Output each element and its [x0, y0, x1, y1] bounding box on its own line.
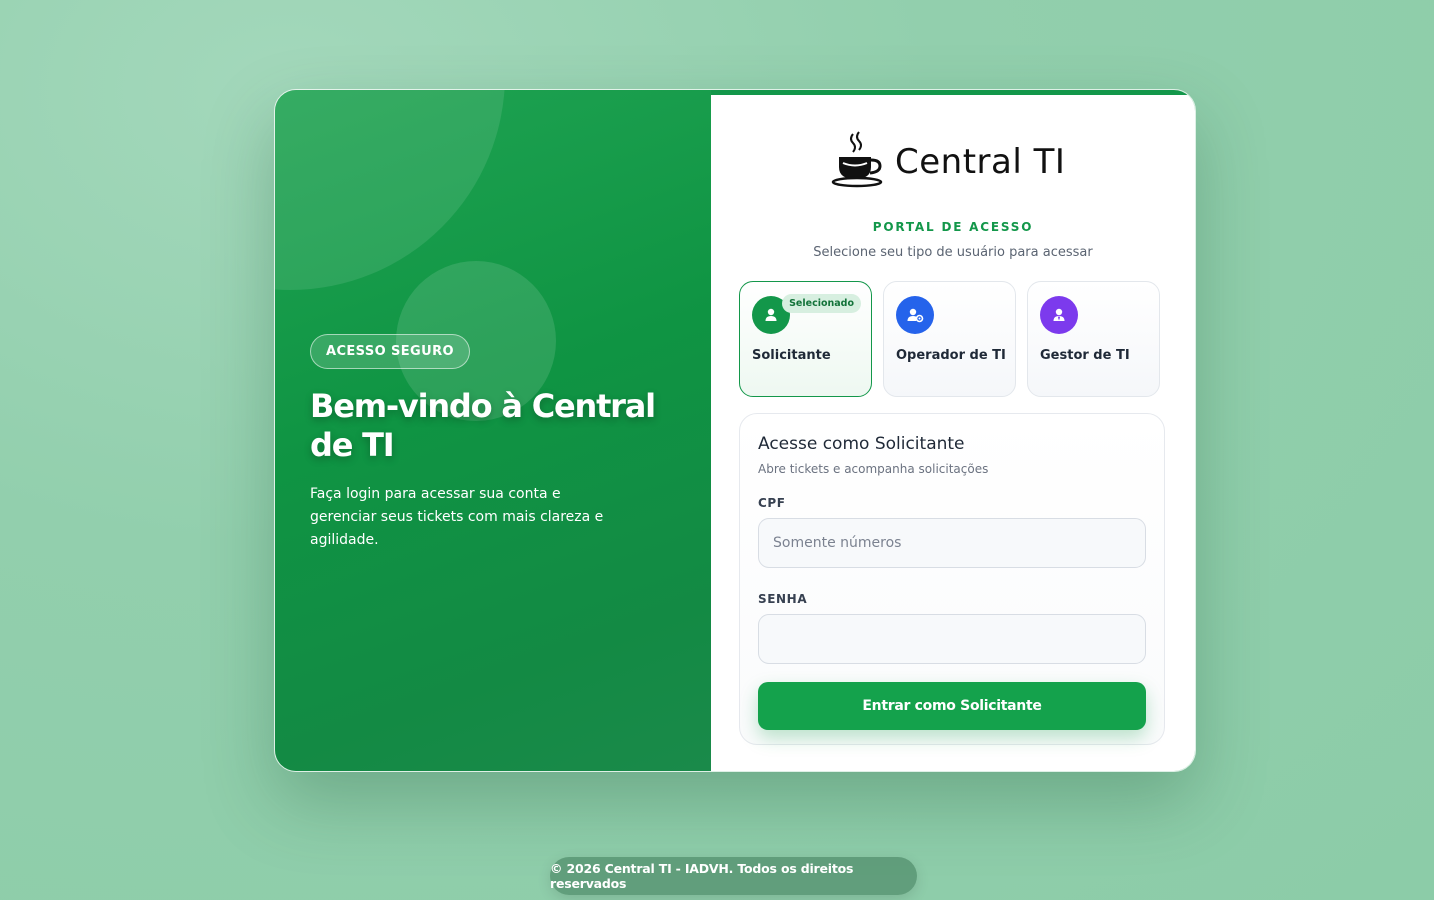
- user-type-label: Solicitante: [752, 348, 831, 363]
- password-input[interactable]: [758, 614, 1146, 664]
- welcome-subtitle: Faça login para acessar sua conta e gere…: [310, 486, 604, 548]
- secure-access-badge: ACESSO SEGURO: [310, 334, 470, 369]
- form-title: Acesse como Solicitante: [758, 434, 965, 454]
- user-type-label: Gestor de TI: [1040, 348, 1130, 363]
- brand-logo: Central TI: [831, 131, 1065, 193]
- user-type-solicitante[interactable]: Selecionado Solicitante: [739, 281, 872, 397]
- footer-copyright: © 2026 Central TI - IADVH. Todos os dire…: [550, 857, 917, 895]
- portal-subheading: Selecione seu tipo de usuário para acess…: [813, 245, 1093, 260]
- coffee-cup-icon: [831, 131, 885, 193]
- login-panel: Central TI PORTAL DE ACESSO Selecione se…: [711, 90, 1195, 771]
- welcome-panel: ACESSO SEGURO Bem-vindo à Central de TI …: [275, 90, 711, 771]
- cpf-input[interactable]: [758, 518, 1146, 568]
- user-type-label: Operador de TI: [896, 348, 1006, 363]
- cpf-label: CPF: [758, 496, 786, 510]
- welcome-content: ACESSO SEGURO Bem-vindo à Central de TI …: [310, 334, 670, 552]
- login-form: Acesse como Solicitante Abre tickets e a…: [739, 413, 1165, 745]
- password-label: SENHA: [758, 592, 808, 606]
- user-type-selector: Selecionado Solicitante Operador de TI G…: [739, 281, 1160, 397]
- decorative-circle: [275, 90, 505, 290]
- user-type-gestor[interactable]: Gestor de TI: [1027, 281, 1160, 397]
- user-gear-icon: [896, 296, 934, 334]
- submit-button[interactable]: Entrar como Solicitante: [758, 682, 1146, 730]
- brand-name: Central TI: [895, 142, 1066, 182]
- portal-heading: PORTAL DE ACESSO: [872, 220, 1034, 234]
- form-subtitle: Abre tickets e acompanha solicitações: [758, 462, 989, 476]
- login-card: ACESSO SEGURO Bem-vindo à Central de TI …: [274, 89, 1196, 772]
- user-tie-icon: [1040, 296, 1078, 334]
- welcome-title: Bem-vindo à Central de TI: [310, 387, 656, 464]
- selected-badge: Selecionado: [782, 294, 861, 313]
- user-type-operador[interactable]: Operador de TI: [883, 281, 1016, 397]
